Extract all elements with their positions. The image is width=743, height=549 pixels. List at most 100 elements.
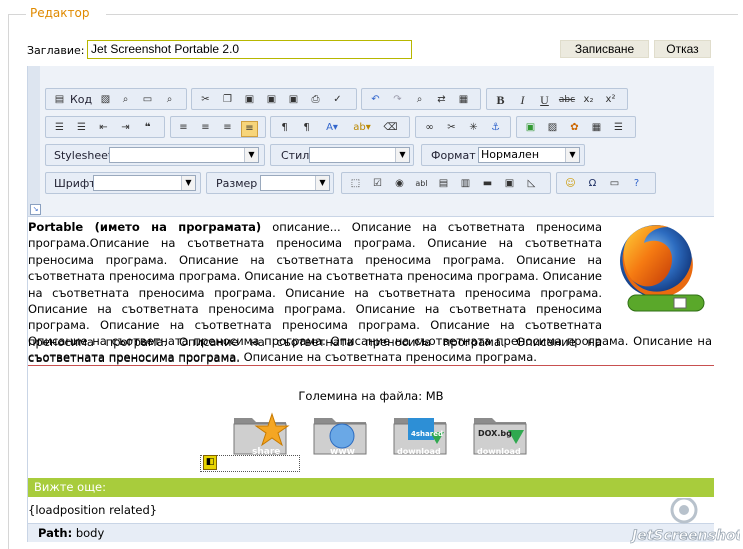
textarea-icon[interactable]: ▤ [436, 177, 451, 191]
horizontal-rule-icon[interactable]: ☰ [611, 121, 626, 135]
code-icon[interactable]: ▤ [52, 93, 67, 107]
paste-text-icon[interactable]: ▣ [264, 93, 279, 107]
size-select[interactable]: ▼ [260, 175, 330, 191]
align-left-icon[interactable]: ≡ [176, 121, 191, 135]
ltr-icon[interactable]: ¶ [277, 121, 292, 135]
new-document-icon[interactable]: ▧ [98, 93, 113, 107]
radio-icon[interactable]: ◉ [392, 177, 407, 191]
loadposition-text: {loadposition related} [28, 503, 158, 517]
undo-icon[interactable]: ↶ [368, 93, 383, 107]
blockquote-icon[interactable]: ❝ [140, 121, 155, 135]
align-right-icon[interactable]: ≡ [220, 121, 235, 135]
hidden-field-icon[interactable]: ◺ [524, 177, 539, 191]
toolbar-group-forms: ⬚ ☑ ◉ abl ▤ ▥ ▬ ▣ ◺ [341, 172, 551, 194]
paste-word-icon[interactable]: ▣ [286, 93, 301, 107]
insert-image-icon[interactable]: ▨ [545, 121, 560, 135]
smiley-icon[interactable]: ☺ [563, 177, 578, 191]
redo-icon[interactable]: ↷ [390, 93, 405, 107]
bullet-list-icon[interactable]: ☰ [74, 121, 89, 135]
preview-icon[interactable]: ⌕ [118, 93, 133, 107]
toolbar-group-font: Шрифт ▼ [45, 172, 201, 194]
button-field-icon[interactable]: ▬ [480, 177, 495, 191]
plugin-marker-icon[interactable]: ◧ [203, 455, 217, 470]
format-select-value: Нормален [481, 148, 540, 161]
bold-icon[interactable]: B [493, 93, 508, 107]
format-label: Формат [431, 149, 476, 162]
share-download-icon[interactable]: share [232, 412, 292, 460]
copy-icon[interactable]: ❐ [220, 93, 235, 107]
outdent-icon[interactable]: ⇤ [96, 121, 111, 135]
underline-icon[interactable]: U [537, 93, 552, 107]
unlink-icon[interactable]: ✂ [444, 121, 459, 135]
save-button[interactable]: Записване [560, 40, 649, 58]
toolbar-group-text-style: B I U abc x₂ x² [486, 88, 628, 110]
media-icon[interactable]: ✿ [567, 121, 582, 135]
spellcheck-icon[interactable]: ✓ [330, 93, 345, 107]
style-select[interactable]: ▼ [309, 147, 410, 163]
remove-format-icon[interactable]: ⌫ [383, 121, 398, 135]
select-field-icon[interactable]: ▥ [458, 177, 473, 191]
toolbar-group-history: ↶ ↷ ⌕ ⇄ ▦ [361, 88, 481, 110]
text-color-icon[interactable]: A▾ [321, 121, 343, 135]
dox-download-label: download [477, 447, 521, 456]
fieldset-border-top-left [8, 14, 26, 15]
print-icon[interactable]: ⎙ [308, 93, 323, 107]
align-center-icon[interactable]: ≡ [198, 121, 213, 135]
indent-icon[interactable]: ⇥ [118, 121, 133, 135]
select-all-icon[interactable]: ▦ [456, 93, 471, 107]
www-download-label: www [330, 447, 355, 457]
toolbar-group-stylesheet: Stylesheet ▼ [45, 144, 265, 166]
dox-download-icon[interactable]: DOX.bg download [472, 412, 532, 460]
background-color-icon[interactable]: ab▾ [351, 121, 373, 135]
format-select[interactable]: Нормален ▼ [478, 147, 580, 163]
subscript-icon[interactable]: x₂ [581, 93, 596, 107]
title-input[interactable]: Jet Screenshot Portable 2.0 [87, 40, 412, 59]
cut-icon[interactable]: ✂ [198, 93, 213, 107]
font-select[interactable]: ▼ [93, 175, 196, 191]
paste-icon[interactable]: ▣ [242, 93, 257, 107]
superscript-icon[interactable]: x² [603, 93, 618, 107]
toolbar-group-align: ≡ ≡ ≡ ≡ [170, 116, 266, 138]
fieldset-border-left [8, 14, 9, 549]
code-label[interactable]: Код [70, 93, 92, 107]
chevron-down-icon: ▼ [244, 148, 258, 162]
link-icon[interactable]: ∞ [422, 121, 437, 135]
image-icon[interactable]: ▣ [523, 121, 538, 135]
toolbar-group-size: Размер ▼ [206, 172, 334, 194]
textfield-icon[interactable]: abl [414, 177, 429, 191]
dox-badge: DOX.bg [478, 429, 512, 438]
stylesheet-select[interactable]: ▼ [109, 147, 259, 163]
content-paragraph-tail[interactable]: Описание на съответната преносима програ… [28, 333, 712, 366]
4shared-download-icon[interactable]: 4shared download [392, 412, 452, 460]
zoom-icon[interactable]: ⌕ [162, 93, 177, 107]
table-icon[interactable]: ▦ [589, 121, 604, 135]
4shared-download-label: download [397, 447, 441, 456]
form-icon[interactable]: ⬚ [348, 177, 363, 191]
title-label: Заглавие: [27, 44, 85, 57]
numbered-list-icon[interactable]: ☰ [52, 121, 67, 135]
replace-icon[interactable]: ⇄ [434, 93, 449, 107]
page-break-icon[interactable]: ▭ [607, 177, 622, 191]
chevron-down-icon: ▼ [395, 148, 409, 162]
special-char-icon[interactable]: Ω [585, 177, 600, 191]
cancel-button[interactable]: Отказ [654, 40, 711, 58]
cleanup-icon[interactable]: ✳ [466, 121, 481, 135]
fieldset-legend: Редактор [30, 6, 90, 20]
rtl-icon[interactable]: ¶ [299, 121, 314, 135]
anchor-icon[interactable]: ⚓ [488, 121, 503, 135]
align-justify-icon[interactable]: ≡ [241, 121, 258, 137]
image-button-icon[interactable]: ▣ [502, 177, 517, 191]
style-label: Стил [281, 149, 310, 162]
italic-icon[interactable]: I [515, 93, 530, 107]
help-icon[interactable]: ? [629, 177, 644, 191]
chevron-down-icon: ▼ [181, 176, 195, 190]
checkbox-icon[interactable]: ☑ [370, 177, 385, 191]
template-icon[interactable]: ▭ [140, 93, 155, 107]
www-download-icon[interactable]: www [312, 412, 372, 460]
size-label: Размер [216, 177, 258, 190]
path-value[interactable]: body [76, 526, 104, 540]
watermark-text: JetScreenshot [630, 528, 740, 544]
strikethrough-icon[interactable]: abc [557, 93, 577, 107]
find-icon[interactable]: ⌕ [412, 93, 427, 107]
toolbar-collapse-icon[interactable]: ↘ [30, 204, 41, 215]
